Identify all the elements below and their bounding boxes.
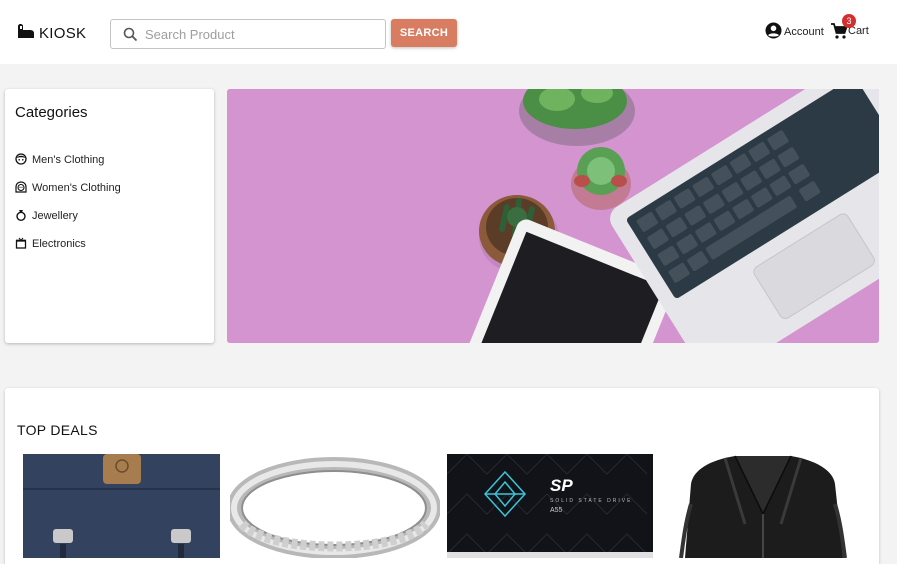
banner-image [227,89,879,343]
category-label: Electronics [32,238,86,250]
cart-icon: 3 [830,14,856,40]
search-icon [115,27,145,42]
logo[interactable]: KIOSK [17,23,86,44]
cart-button[interactable]: 3 Cart [830,14,869,40]
deal-item-ring[interactable] [230,454,440,558]
category-item-womens-clothing[interactable]: Women's Clothing [15,174,121,202]
top-deals-section: TOP DEALS SP SOLID STATE DRIVE A55 [5,388,879,564]
hero-banner[interactable] [227,89,879,343]
logo-text: KIOSK [39,25,87,42]
backpack-image [23,454,220,558]
category-item-mens-clothing[interactable]: Men's Clothing [15,146,121,174]
category-list: Men's Clothing Women's Clothing Jeweller… [15,146,121,258]
app-header: KIOSK SEARCH Account [0,0,897,64]
ssd-caption-text: SOLID STATE DRIVE [550,498,633,504]
ring-image [230,454,440,558]
deal-item-backpack[interactable] [23,454,220,558]
account-label: Account [784,26,824,38]
jacket-image [665,454,861,558]
face-female-icon [15,180,27,196]
ssd-brand-text: SP [550,476,573,495]
category-item-jewellery[interactable]: Jewellery [15,202,121,230]
face-icon [15,152,27,168]
search-input[interactable] [145,26,365,42]
search-field[interactable] [110,19,386,49]
search-button[interactable]: SEARCH [391,19,457,47]
ssd-image [447,454,653,558]
category-label: Men's Clothing [32,154,105,166]
categories-title: Categories [15,104,88,121]
top-deals-title: TOP DEALS [17,422,98,438]
category-label: Jewellery [32,210,78,222]
kiosk-logo-icon [17,23,35,44]
deal-item-jacket[interactable] [665,454,861,558]
cart-count-badge: 3 [842,14,856,28]
deal-item-ssd[interactable]: SP SOLID STATE DRIVE A55 [447,454,653,558]
category-item-electronics[interactable]: Electronics [15,230,121,258]
account-button[interactable]: Account [765,22,824,42]
ring-icon [15,209,27,224]
tv-icon [15,237,27,252]
account-circle-icon [765,22,782,42]
category-label: Women's Clothing [32,182,121,194]
ssd-model-text: A55 [550,507,563,514]
categories-panel: Categories Men's Clothing Women's Clothi… [5,89,214,343]
